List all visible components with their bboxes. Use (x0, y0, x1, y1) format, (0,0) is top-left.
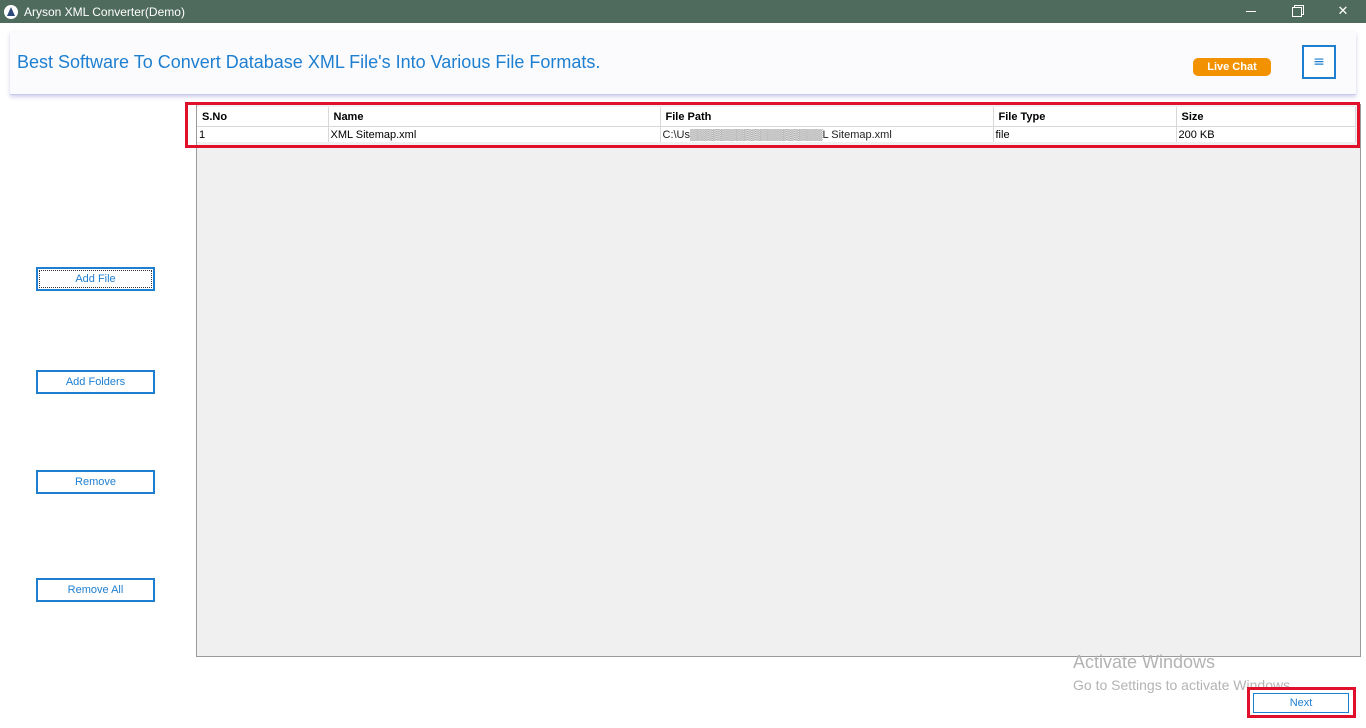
file-table: S.No Name File Path File Type Size 1 XML… (197, 107, 1356, 142)
cell-file-type: file (993, 126, 1177, 142)
add-folders-button[interactable]: Add Folders (36, 370, 155, 394)
column-header-file-type[interactable]: File Type (993, 107, 1177, 127)
add-file-button[interactable]: Add File (36, 267, 155, 291)
next-button[interactable]: Next (1253, 693, 1349, 713)
app-logo-icon (4, 4, 18, 19)
hamburger-menu-icon[interactable]: ≡ (1302, 45, 1336, 79)
cell-sno: 1 (197, 126, 329, 142)
window-controls: ✕ (1228, 0, 1366, 23)
column-header-sno[interactable]: S.No (197, 107, 329, 127)
file-list-panel[interactable]: S.No Name File Path File Type Size 1 XML… (196, 104, 1361, 657)
column-header-size[interactable]: Size (1176, 107, 1356, 127)
watermark-line-1: Activate Windows (1073, 652, 1216, 672)
column-header-file-path[interactable]: File Path (660, 107, 994, 127)
minimize-icon[interactable] (1228, 0, 1274, 23)
live-chat-button[interactable]: Live Chat (1193, 58, 1271, 76)
title-bar: Aryson XML Converter(Demo) ✕ (0, 0, 1366, 23)
header-banner: Best Software To Convert Database XML Fi… (10, 32, 1356, 95)
close-icon[interactable]: ✕ (1320, 0, 1366, 23)
watermark-line-2: Go to Settings to activate Windows. (1073, 677, 1294, 693)
table-header-row: S.No Name File Path File Type Size (197, 107, 1356, 127)
remove-button[interactable]: Remove (36, 470, 155, 494)
column-header-name[interactable]: Name (328, 107, 661, 127)
activate-windows-watermark: Activate Windows Go to Settings to activ… (1073, 652, 1294, 693)
cell-name: XML Sitemap.xml (328, 126, 661, 142)
restore-icon[interactable] (1274, 0, 1320, 23)
table-row[interactable]: 1 XML Sitemap.xml C:\Us▒▒▒▒▒▒▒▒▒▒▒▒▒▒▒▒▒… (197, 126, 1356, 142)
page-tagline: Best Software To Convert Database XML Fi… (17, 52, 601, 72)
cell-file-path: C:\Us▒▒▒▒▒▒▒▒▒▒▒▒▒▒▒▒▒L Sitemap.xml (660, 126, 994, 142)
window-title: Aryson XML Converter(Demo) (24, 4, 185, 19)
cell-size: 200 KB (1176, 126, 1356, 142)
remove-all-button[interactable]: Remove All (36, 578, 155, 602)
